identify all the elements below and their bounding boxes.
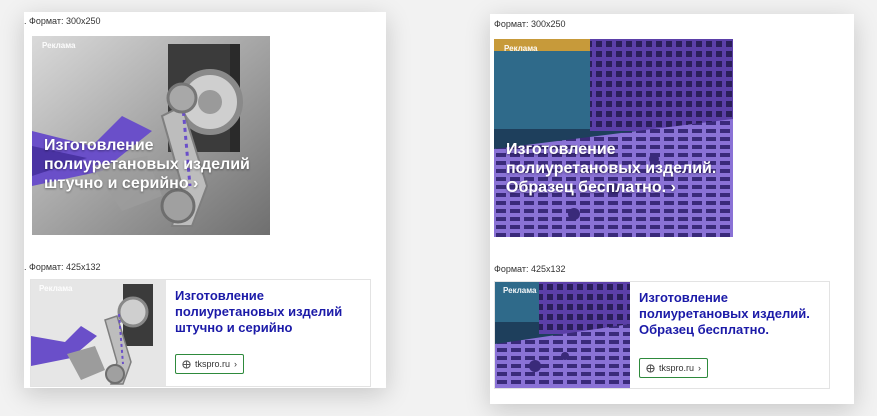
ad-headline[interactable]: Изготовление полиуретановых изделий штуч… [175,288,365,336]
ad-headline[interactable]: Изготовление полиуретановых изделий. Обр… [639,290,825,338]
ad-thumbnail[interactable]: Реклама [495,282,630,388]
format-label: . Формат: 300x250 [24,16,101,26]
ad-banner-300x250[interactable]: Реклама Изготовление полиуретановых изде… [32,36,270,235]
ad-label: Реклама [503,286,537,295]
chevron-right-icon: › [698,363,702,373]
domain-link-button[interactable]: tkspro.ru › [639,358,709,378]
ad-thumbnail[interactable]: Реклама [31,280,166,386]
robot-arm-image [31,280,166,386]
ad-headline[interactable]: Изготовление полиуретановых изделий штуч… [44,136,262,193]
domain-text: tkspro.ru [659,363,695,373]
ad-preview-panel-right: Формат: 300x250 Реклама Изготовление пол… [490,14,854,404]
chevron-right-icon: › [234,359,238,369]
globe-icon [646,363,655,373]
ad-banner-300x250[interactable]: Реклама Изготовление полиуретановых изде… [494,39,733,237]
ad-label: Реклама [39,284,73,293]
ad-label: Реклама [504,44,538,53]
ad-label: Реклама [42,41,76,50]
domain-text: tkspro.ru [195,359,231,369]
globe-icon [182,359,191,369]
format-label: . Формат: 425x132 [24,262,101,272]
ad-banner-425x132[interactable]: Реклама Изготовление полиуретановых изде… [30,279,371,387]
format-label: Формат: 425x132 [494,264,566,274]
domain-link-button[interactable]: tkspro.ru › [175,354,245,374]
ad-banner-425x132[interactable]: Реклама Изготовление полиуретановых изде… [494,281,830,389]
ad-headline[interactable]: Изготовление полиуретановых изделий. Обр… [506,140,725,197]
purple-grid-image [495,282,630,388]
purple-grid-image [494,39,733,237]
ad-preview-panel-left: . Формат: 300x250 Реклама Изготовление п… [24,12,386,388]
format-label: Формат: 300x250 [494,19,566,29]
